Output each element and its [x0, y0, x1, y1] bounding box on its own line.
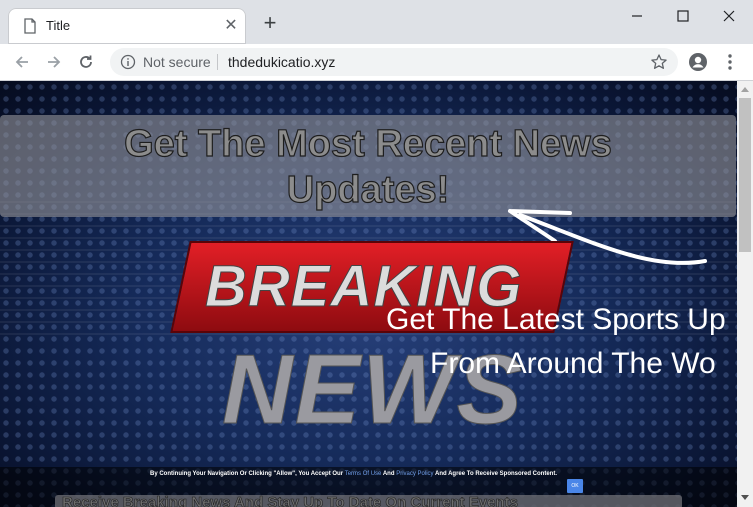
privacy-link[interactable]: Privacy Policy [396, 471, 433, 477]
headline-line-1: Get The Most Recent News [124, 122, 613, 165]
bookmark-star-icon[interactable] [650, 53, 668, 71]
reload-button[interactable] [74, 50, 98, 74]
url-text[interactable]: thdedukicatio.xyz [228, 54, 335, 70]
minimize-button[interactable] [614, 0, 660, 32]
maximize-icon [677, 10, 689, 22]
scroll-down-icon[interactable] [741, 495, 749, 500]
new-tab-button[interactable]: + [258, 12, 282, 36]
back-arrow-icon [15, 56, 28, 68]
web-page: Get The Most Recent News Updates! BREAKI… [0, 81, 737, 507]
info-icon[interactable] [120, 54, 136, 70]
security-status[interactable]: Not secure [143, 54, 211, 70]
forward-arrow-icon [48, 56, 61, 68]
close-icon [723, 10, 735, 22]
reload-icon [80, 55, 92, 68]
tab-strip: Title ✕ + [0, 0, 753, 44]
scroll-up-icon[interactable] [741, 87, 749, 92]
document-icon [22, 18, 38, 34]
bottom-text: Receive Breaking News And Stay Up To Dat… [62, 494, 519, 507]
back-button[interactable] [10, 50, 34, 74]
sports-line-1: Get The Latest Sports Up [386, 303, 726, 336]
vertical-scrollbar[interactable] [737, 81, 753, 507]
forward-button[interactable] [42, 50, 66, 74]
ok-button[interactable]: OK [567, 479, 583, 493]
browser-tab[interactable]: Title ✕ [8, 8, 246, 44]
consent-suffix: And Agree To Receive Sponsored Content. [434, 471, 557, 477]
tab-close-icon[interactable]: ✕ [222, 17, 240, 35]
more-menu-icon[interactable] [722, 52, 738, 72]
headline: Get The Most Recent News Updates! [0, 121, 736, 213]
close-window-button[interactable] [706, 0, 752, 32]
scroll-thumb[interactable] [739, 98, 751, 252]
consent-text: By Continuing Your Navigation Or Clickin… [150, 471, 557, 477]
minimize-icon [632, 15, 642, 17]
account-icon[interactable] [688, 52, 708, 72]
consent-and: And [382, 471, 395, 477]
sports-line-2: From Around The Wo [430, 347, 716, 380]
address-bar[interactable]: Not secure thdedukicatio.xyz [110, 48, 678, 76]
maximize-button[interactable] [660, 0, 706, 32]
consent-prefix: By Continuing Your Navigation Or Clickin… [150, 471, 344, 477]
terms-link[interactable]: Terms Of Use [345, 471, 382, 477]
browser-toolbar: Not secure thdedukicatio.xyz [0, 44, 753, 81]
divider [217, 54, 218, 70]
tab-title: Title [46, 18, 71, 33]
